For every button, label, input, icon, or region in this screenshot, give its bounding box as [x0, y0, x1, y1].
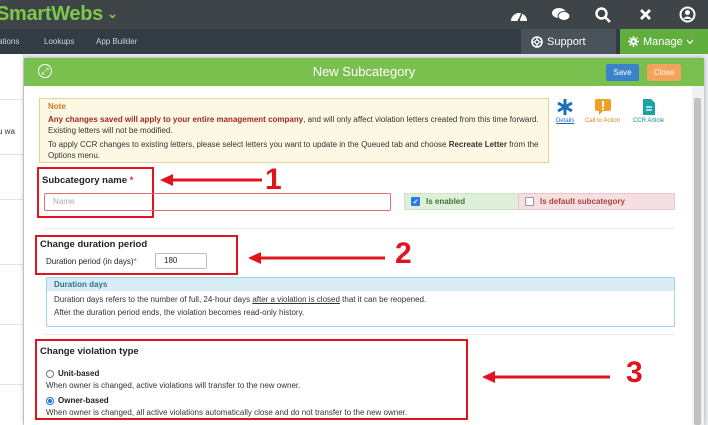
- close-icon[interactable]: [624, 0, 666, 29]
- divider: [0, 154, 24, 155]
- dashboard-icon[interactable]: [498, 0, 540, 29]
- modal-header: ⤢ New Subcategory Save Close: [24, 58, 704, 86]
- scrollbar-thumb[interactable]: [694, 98, 701, 425]
- lifebuoy-icon: [531, 35, 543, 48]
- change-violation-type-heading: Change violation type: [40, 346, 139, 357]
- support-label: Support: [547, 35, 586, 48]
- call-to-action-tool[interactable]: Call to Action: [585, 98, 620, 124]
- top-bar: SmartWebs ⌄: [0, 0, 708, 29]
- annotation-number-1: 1: [265, 163, 282, 196]
- unit-based-description: When owner is changed, active violations…: [46, 381, 301, 390]
- unit-based-radio[interactable]: Unit-based: [46, 369, 99, 378]
- brand-logo[interactable]: SmartWebs ⌄: [0, 3, 118, 26]
- duration-period-input[interactable]: 180: [155, 253, 207, 269]
- background-page: u wa: [0, 54, 24, 425]
- note-title: Note: [48, 102, 66, 111]
- details-tool[interactable]: Details: [556, 98, 574, 124]
- note-text-2: To apply CCR changes to existing letters…: [48, 140, 539, 160]
- manage-button[interactable]: Manage: [620, 29, 708, 54]
- note-text: Any changes saved will apply to your ent…: [48, 115, 539, 135]
- radio-icon[interactable]: [46, 369, 54, 378]
- is-default-subcategory-toggle[interactable]: Is default subcategory: [518, 193, 675, 210]
- checkbox-checked-icon[interactable]: ✓: [411, 197, 420, 206]
- save-button[interactable]: Save: [606, 64, 639, 81]
- owner-based-description: When owner is changed, all active violat…: [46, 408, 408, 417]
- duration-info-text: Duration days refers to the number of fu…: [54, 295, 427, 304]
- manage-label: Manage: [643, 35, 683, 48]
- gear-icon: [628, 36, 639, 47]
- chat-icon[interactable]: [540, 0, 582, 29]
- annotation-number-3: 3: [626, 356, 643, 389]
- close-button[interactable]: Close: [647, 64, 681, 81]
- divider: [0, 324, 24, 325]
- duration-info-box: Duration days Duration days refers to th…: [46, 277, 675, 327]
- chevron-down-icon[interactable]: ⌄: [107, 6, 118, 21]
- annotation-number-2: 2: [395, 237, 412, 270]
- user-icon[interactable]: [666, 0, 708, 29]
- divider: [0, 99, 24, 100]
- divider: [44, 228, 674, 229]
- divider: [0, 199, 24, 200]
- duration-period-label: Duration period (in days)*: [46, 257, 137, 266]
- alert-icon: [594, 99, 611, 115]
- background-text: u wa: [0, 127, 15, 136]
- asterisk-icon: [557, 99, 573, 115]
- document-icon: [642, 99, 655, 115]
- checkbox-icon[interactable]: [525, 197, 534, 206]
- search-icon[interactable]: [582, 0, 624, 29]
- divider: [0, 264, 24, 265]
- nav-item-app-builder[interactable]: App Builder: [96, 37, 137, 46]
- is-enabled-toggle[interactable]: ✓ Is enabled: [404, 193, 532, 210]
- duration-info-title: Duration days: [47, 278, 674, 291]
- subcategory-name-input[interactable]: Name: [44, 193, 391, 211]
- ccr-article-tool[interactable]: CCR Article: [633, 98, 664, 124]
- radio-selected-icon[interactable]: [46, 396, 54, 405]
- owner-based-radio[interactable]: Owner-based: [46, 396, 109, 405]
- divider: [44, 334, 674, 335]
- subcategory-name-label: Subcategory name *: [42, 175, 134, 186]
- divider: [0, 384, 24, 385]
- nav-item-lookups[interactable]: Lookups: [44, 37, 74, 46]
- chevron-down-icon: [686, 39, 694, 44]
- support-button[interactable]: Support: [521, 29, 616, 54]
- modal-title: New Subcategory: [312, 64, 416, 79]
- nav-item-operations[interactable]: ations: [0, 37, 19, 46]
- duration-info-text-2: After the duration period ends, the viol…: [54, 308, 305, 317]
- note-box: Note Any changes saved will apply to you…: [39, 98, 549, 163]
- change-duration-heading: Change duration period: [40, 239, 148, 250]
- new-subcategory-modal: ⤢ New Subcategory Save Close Note Any ch…: [24, 58, 704, 425]
